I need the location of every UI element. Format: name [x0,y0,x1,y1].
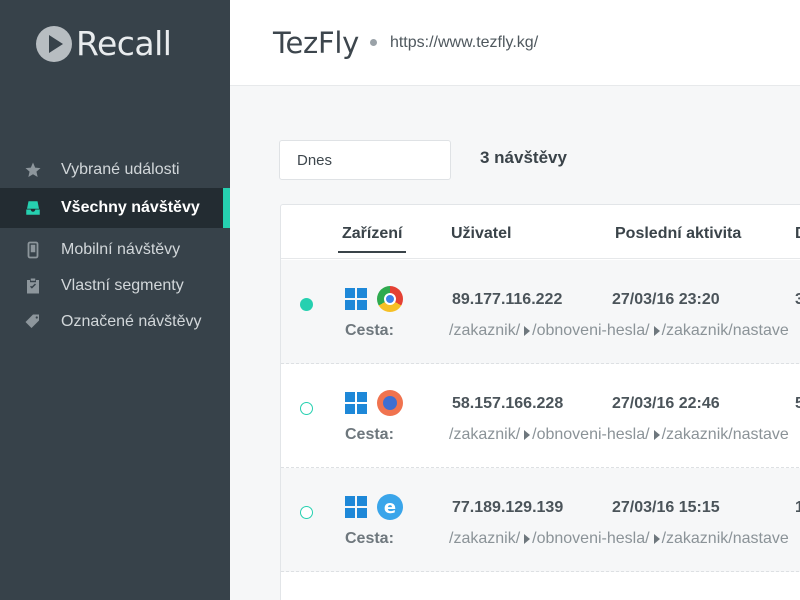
star-icon [24,161,42,179]
table-row[interactable]: e 77.189.129.139 27/03/16 15:15 1 Cesta:… [281,468,800,572]
sidebar-item-label: Mobilní návštěvy [61,241,181,258]
path-step[interactable]: /obnoveni-hesla/ [532,530,649,547]
site-url[interactable]: https://www.tezfly.kg/ [390,34,538,52]
sidebar: Recall Vybrané události Všechny návštěvy… [0,0,230,600]
date-range-select[interactable]: Dnes [279,140,451,180]
path-step[interactable]: /zakaznik/ [449,426,520,443]
column-header-user[interactable]: Uživatel [451,225,511,243]
play-logo-icon [36,25,72,62]
truncated-value: 5 [795,395,800,413]
path-step[interactable]: /obnoveni-hesla/ [532,322,649,339]
column-header-last-activity[interactable]: Poslední aktivita [615,225,741,243]
visit-path: /zakaznik/ /obnoveni-hesla/ /zakaznik/nast… [449,322,789,340]
truncated-value: 1 [795,499,800,517]
visit-path: /zakaznik/ /obnoveni-hesla/ /zakaznik/nast… [449,530,789,548]
path-step[interactable]: /zakaznik/nastave [662,530,789,547]
offline-status-indicator [300,402,313,415]
sidebar-item-label: Vlastní segmenty [61,277,184,294]
path-step[interactable]: /zakaznik/ [449,530,520,547]
path-label: Cesta: [345,426,394,443]
path-arrow-icon [524,325,531,336]
path-step[interactable]: /zakaznik/ [449,322,520,339]
windows-icon [345,288,367,310]
app-name: Recall [76,24,172,63]
visit-count: 3 návštěvy [480,148,567,167]
firefox-icon [377,390,403,416]
path-label: Cesta: [345,530,394,547]
sidebar-item-mobile-visits[interactable]: Mobilní návštěvy [0,232,230,268]
path-label: Cesta: [345,322,394,339]
chrome-icon [377,286,403,312]
path-step[interactable]: /zakaznik/nastave [662,322,789,339]
sidebar-item-label: Vybrané události [61,161,180,178]
clipboard-check-icon [24,277,42,295]
sidebar-item-tagged-visits[interactable]: Označené návštěvy [0,304,230,340]
windows-icon [345,392,367,414]
user-ip[interactable]: 89.177.116.222 [452,291,562,309]
mobile-icon [24,241,42,259]
last-activity: 27/03/16 22:46 [612,395,720,412]
ie-icon: e [377,494,403,520]
date-range-value: Dnes [297,151,333,169]
windows-icon [345,496,367,518]
visits-table: Zařízení Uživatel Poslední aktivita D 89… [280,204,800,600]
last-activity: 27/03/16 15:15 [612,499,720,516]
sidebar-item-label: Označené návštěvy [61,313,202,330]
site-name[interactable]: TezFly [273,26,359,60]
sidebar-item-all-visits[interactable]: Všechny návštěvy [0,188,230,228]
sidebar-item-custom-segments[interactable]: Vlastní segmenty [0,268,230,304]
table-header: Zařízení Uživatel Poslední aktivita D [281,205,800,259]
last-activity: 27/03/16 23:20 [612,291,720,308]
path-arrow-icon [653,429,660,440]
app-logo[interactable]: Recall [36,24,172,63]
table-row[interactable]: 58.157.166.228 27/03/16 22:46 5 Cesta: /… [281,364,800,468]
table-row[interactable]: 89.177.116.222 27/03/16 23:20 3 Cesta: /… [281,260,800,364]
separator-dot [369,39,377,46]
tray-icon [24,199,42,217]
visit-path: /zakaznik/ /obnoveni-hesla/ /zakaznik/nast… [449,426,789,444]
user-ip[interactable]: 77.189.129.139 [452,499,563,517]
path-arrow-icon [653,325,660,336]
column-header-device[interactable]: Zařízení [337,225,407,253]
path-arrow-icon [653,533,660,544]
sidebar-item-highlighted-events[interactable]: Vybrané události [0,152,230,188]
online-status-indicator [300,298,313,311]
path-step[interactable]: /zakaznik/nastave [662,426,789,443]
offline-status-indicator [300,506,313,519]
user-ip[interactable]: 58.157.166.228 [452,395,563,413]
sidebar-nav: Vybrané události Všechny návštěvy Mobiln… [0,152,230,340]
path-step[interactable]: /obnoveni-hesla/ [532,426,649,443]
tag-icon [24,313,42,331]
page-header: TezFly https://www.tezfly.kg/ [230,0,800,86]
truncated-value: 3 [795,291,800,309]
path-arrow-icon [524,533,531,544]
sidebar-item-label: Všechny návštěvy [61,199,200,216]
path-arrow-icon [524,429,531,440]
column-header-truncated[interactable]: D [795,225,800,243]
